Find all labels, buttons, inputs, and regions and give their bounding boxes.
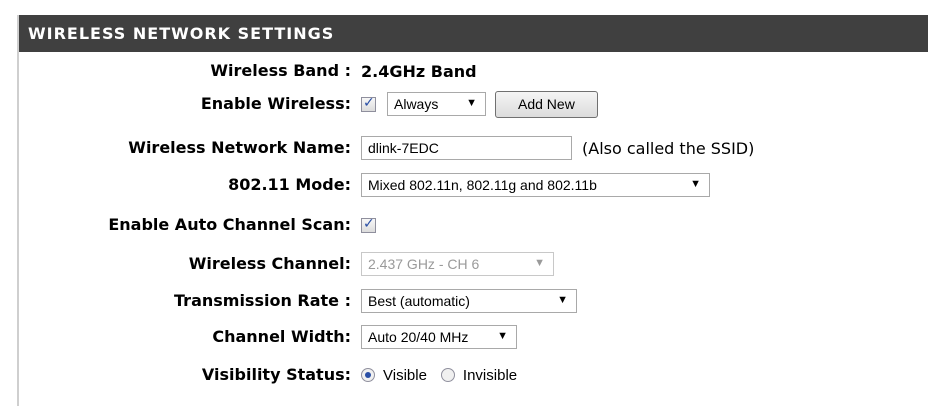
dropdown-arrow-icon: ▼ bbox=[534, 257, 545, 269]
channel-width-label: Channel Width: bbox=[212, 327, 351, 346]
visible-radio[interactable] bbox=[361, 368, 375, 382]
row-network-name: Wireless Network Name: dlink-7EDC (Also … bbox=[19, 133, 928, 163]
row-transmission-rate: Transmission Rate : Best (automatic) ▼ bbox=[19, 286, 928, 316]
auto-channel-label: Enable Auto Channel Scan: bbox=[108, 215, 351, 234]
channel-width-field: Auto 20/40 MHz ▼ bbox=[361, 322, 517, 352]
transmission-rate-value: Best (automatic) bbox=[368, 293, 470, 309]
row-mode: 802.11 Mode: Mixed 802.11n, 802.11g and … bbox=[19, 170, 928, 200]
dropdown-arrow-icon: ▼ bbox=[497, 330, 508, 342]
enable-wireless-field: ✓ Always ▼ Add New bbox=[361, 89, 598, 119]
add-new-button[interactable]: Add New bbox=[495, 90, 598, 118]
dropdown-arrow-icon: ▼ bbox=[557, 294, 568, 306]
row-visibility: Visibility Status: Visible Invisible bbox=[19, 360, 928, 390]
network-name-field: dlink-7EDC (Also called the SSID) bbox=[361, 133, 754, 163]
dropdown-arrow-icon: ▼ bbox=[690, 178, 701, 190]
auto-channel-field: ✓ bbox=[361, 210, 376, 240]
invisible-radio-label[interactable]: Invisible bbox=[463, 367, 517, 384]
row-channel: Wireless Channel: 2.437 GHz - CH 6 ▼ bbox=[19, 249, 928, 279]
section-title: WIRELESS NETWORK SETTINGS bbox=[19, 15, 928, 52]
auto-channel-checkbox[interactable]: ✓ bbox=[361, 215, 376, 233]
transmission-rate-field: Best (automatic) ▼ bbox=[361, 286, 577, 316]
wireless-band-label: Wireless Band : bbox=[210, 61, 351, 80]
enable-wireless-label: Enable Wireless: bbox=[200, 94, 351, 113]
visible-radio-label[interactable]: Visible bbox=[383, 367, 427, 384]
row-channel-width: Channel Width: Auto 20/40 MHz ▼ bbox=[19, 322, 928, 352]
check-icon: ✓ bbox=[363, 215, 375, 232]
visibility-label: Visibility Status: bbox=[201, 365, 351, 384]
wireless-band-value: 2.4GHz Band bbox=[361, 61, 477, 81]
transmission-rate-label: Transmission Rate : bbox=[174, 291, 351, 310]
schedule-select[interactable]: Always ▼ bbox=[387, 92, 486, 116]
schedule-select-value: Always bbox=[394, 96, 439, 112]
channel-width-select[interactable]: Auto 20/40 MHz ▼ bbox=[361, 325, 517, 349]
mode-select[interactable]: Mixed 802.11n, 802.11g and 802.11b ▼ bbox=[361, 173, 710, 197]
ssid-input[interactable]: dlink-7EDC bbox=[361, 136, 572, 160]
row-auto-channel: Enable Auto Channel Scan: ✓ bbox=[19, 210, 928, 240]
mode-field: Mixed 802.11n, 802.11g and 802.11b ▼ bbox=[361, 170, 710, 200]
channel-label: Wireless Channel: bbox=[188, 254, 351, 273]
mode-label: 802.11 Mode: bbox=[228, 175, 351, 194]
network-name-label: Wireless Network Name: bbox=[128, 138, 351, 157]
ssid-note: (Also called the SSID) bbox=[582, 138, 755, 158]
row-wireless-band: Wireless Band : 2.4GHz Band bbox=[19, 56, 928, 86]
visibility-field: Visible Invisible bbox=[361, 360, 531, 390]
wireless-settings-panel: WIRELESS NETWORK SETTINGS Wireless Band … bbox=[17, 15, 928, 406]
mode-select-value: Mixed 802.11n, 802.11g and 802.11b bbox=[368, 177, 597, 193]
channel-select-value: 2.437 GHz - CH 6 bbox=[368, 256, 480, 272]
row-enable-wireless: Enable Wireless: ✓ Always ▼ Add New bbox=[19, 89, 928, 119]
channel-select[interactable]: 2.437 GHz - CH 6 ▼ bbox=[361, 252, 554, 276]
wireless-band-field: 2.4GHz Band bbox=[361, 56, 477, 86]
check-icon: ✓ bbox=[363, 94, 375, 111]
enable-wireless-checkbox[interactable]: ✓ bbox=[361, 94, 376, 112]
invisible-radio[interactable] bbox=[440, 368, 455, 382]
dropdown-arrow-icon: ▼ bbox=[466, 97, 477, 109]
channel-width-value: Auto 20/40 MHz bbox=[368, 329, 469, 345]
channel-field: 2.437 GHz - CH 6 ▼ bbox=[361, 249, 554, 279]
transmission-rate-select[interactable]: Best (automatic) ▼ bbox=[361, 289, 577, 313]
